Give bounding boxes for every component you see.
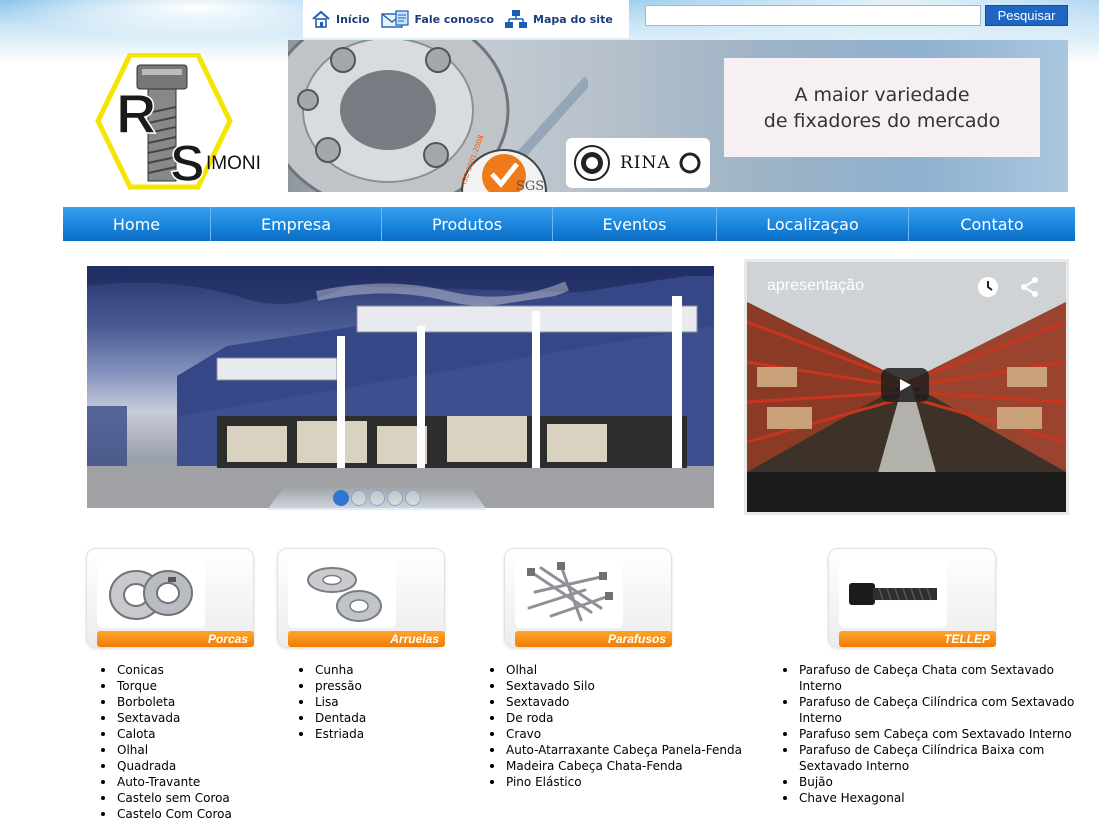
search-button[interactable]: Pesquisar xyxy=(985,5,1068,26)
list-item[interactable]: Pino Elástico xyxy=(487,774,777,790)
sitemap-icon xyxy=(505,10,527,28)
list-item[interactable]: Olhal xyxy=(487,662,777,678)
list-item[interactable]: Parafuso de Cabeça Chata com Sextavado I… xyxy=(780,662,1080,694)
nav-item-home[interactable]: Home xyxy=(63,207,211,241)
category-card-arruelas[interactable]: Arruelas xyxy=(277,548,445,648)
list-item[interactable]: Castelo Com Coroa xyxy=(98,806,273,822)
category-card-tellep[interactable]: TELLEP xyxy=(828,548,996,648)
screws-icon xyxy=(527,562,613,622)
video-player[interactable]: apresentação xyxy=(744,259,1069,515)
top-link-contact-label: Fale conosco xyxy=(414,12,494,26)
nav-item-localizacao[interactable]: Localizaçao xyxy=(717,207,909,241)
tagline-line-2: de fixadores do mercado xyxy=(763,109,1001,132)
category-card-porcas[interactable]: Porcas xyxy=(86,548,254,648)
rina-badge-icon xyxy=(679,152,701,174)
list-item[interactable]: Cravo xyxy=(487,726,777,742)
nav-item-produtos[interactable]: Produtos xyxy=(382,207,553,241)
list-item[interactable]: Parafuso de Cabeça Cilíndrica Baixa com … xyxy=(780,742,1080,774)
header-banner: SGS ISO 9001:2008 RINA A maior variedade… xyxy=(288,40,1068,192)
play-button[interactable] xyxy=(881,368,929,402)
slider-dot-2[interactable] xyxy=(351,490,367,506)
sgs-text: SGS xyxy=(516,179,544,192)
list-arruelas: Cunha pressão Lisa Dentada Estriada xyxy=(296,662,446,742)
category-label-arruelas: Arruelas xyxy=(288,631,445,647)
home-icon xyxy=(312,10,330,28)
rina-text: RINA xyxy=(620,153,671,173)
list-item[interactable]: De roda xyxy=(487,710,777,726)
top-link-sitemap-label: Mapa do site xyxy=(533,12,613,26)
list-item[interactable]: Cunha xyxy=(296,662,446,678)
top-links-bar: Início Fale conosco Mapa do site xyxy=(303,0,629,38)
slider-dot-4[interactable] xyxy=(387,490,403,506)
logo-name-rest: IMONI xyxy=(206,153,261,174)
screws-image xyxy=(515,558,623,628)
list-item[interactable]: Parafuso sem Cabeça com Sextavado Intern… xyxy=(780,726,1080,742)
list-item[interactable]: Dentada xyxy=(296,710,446,726)
list-item[interactable]: Sextavado xyxy=(487,694,777,710)
building-photo xyxy=(87,266,714,508)
rina-certification-seal: RINA xyxy=(566,138,710,188)
clock-icon[interactable] xyxy=(977,276,999,298)
list-item[interactable]: Quadrada xyxy=(98,758,273,774)
banner-tagline: A maior variedade de fixadores do mercad… xyxy=(724,58,1040,157)
slider-dot-3[interactable] xyxy=(369,490,385,506)
nav-item-eventos[interactable]: Eventos xyxy=(553,207,717,241)
category-label-porcas: Porcas xyxy=(97,631,254,647)
slider-dot-1[interactable] xyxy=(333,490,349,506)
category-label-tellep: TELLEP xyxy=(839,631,996,647)
list-item[interactable]: Parafuso de Cabeça Cilíndrica com Sextav… xyxy=(780,694,1080,726)
list-item[interactable]: Bujão xyxy=(780,774,1080,790)
nuts-icon xyxy=(109,570,193,620)
top-link-home[interactable]: Início xyxy=(311,10,370,28)
list-item[interactable]: Chave Hexagonal xyxy=(780,790,1080,806)
list-item[interactable]: Torque xyxy=(98,678,273,694)
list-parafusos: Olhal Sextavado Silo Sextavado De roda C… xyxy=(487,662,777,790)
image-slider[interactable] xyxy=(87,266,714,508)
nav-item-empresa[interactable]: Empresa xyxy=(211,207,382,241)
rina-emblem-icon xyxy=(574,145,610,181)
video-title: apresentação xyxy=(767,277,864,294)
tagline-line-1: A maior variedade xyxy=(794,83,970,106)
list-item[interactable]: Estriada xyxy=(296,726,446,742)
mail-icon xyxy=(380,10,409,28)
slider-dot-5[interactable] xyxy=(405,490,421,506)
list-tellep: Parafuso de Cabeça Chata com Sextavado I… xyxy=(780,662,1080,806)
slider-pagination xyxy=(267,486,487,510)
main-nav: Home Empresa Produtos Eventos Localizaça… xyxy=(63,207,1075,241)
company-logo[interactable]: R S IMONI xyxy=(80,53,280,193)
list-item[interactable]: pressão xyxy=(296,678,446,694)
category-card-parafusos[interactable]: Parafusos xyxy=(504,548,672,648)
nuts-image xyxy=(97,558,205,628)
list-item[interactable]: Lisa xyxy=(296,694,446,710)
nav-item-contato[interactable]: Contato xyxy=(909,207,1075,241)
top-link-contact[interactable]: Fale conosco xyxy=(380,9,494,29)
top-link-home-label: Início xyxy=(336,12,370,26)
washers-icon xyxy=(307,567,382,622)
list-item[interactable]: Sextavada xyxy=(98,710,273,726)
socket-screw-icon xyxy=(849,583,937,605)
list-item[interactable]: Borboleta xyxy=(98,694,273,710)
list-porcas: Conicas Torque Borboleta Sextavada Calot… xyxy=(98,662,273,822)
category-label-parafusos: Parafusos xyxy=(515,631,672,647)
sgs-certification-seal: SGS ISO 9001:2008 xyxy=(460,134,547,192)
top-link-sitemap[interactable]: Mapa do site xyxy=(504,9,613,29)
share-icon[interactable] xyxy=(1019,276,1041,298)
list-item[interactable]: Olhal xyxy=(98,742,273,758)
list-item[interactable]: Sextavado Silo xyxy=(487,678,777,694)
list-item[interactable]: Calota xyxy=(98,726,273,742)
washers-image xyxy=(288,558,396,628)
list-item[interactable]: Madeira Cabeça Chata-Fenda xyxy=(487,758,777,774)
list-item[interactable]: Auto-Travante xyxy=(98,774,273,790)
list-item[interactable]: Castelo sem Coroa xyxy=(98,790,273,806)
search-input[interactable] xyxy=(645,5,981,26)
socket-screw-image xyxy=(839,558,947,628)
logo-letter-s: S xyxy=(170,135,205,193)
play-icon xyxy=(900,379,911,391)
list-item[interactable]: Conicas xyxy=(98,662,273,678)
logo-letter-r: R xyxy=(116,82,156,145)
list-item[interactable]: Auto-Atarraxante Cabeça Panela-Fenda xyxy=(487,742,777,758)
